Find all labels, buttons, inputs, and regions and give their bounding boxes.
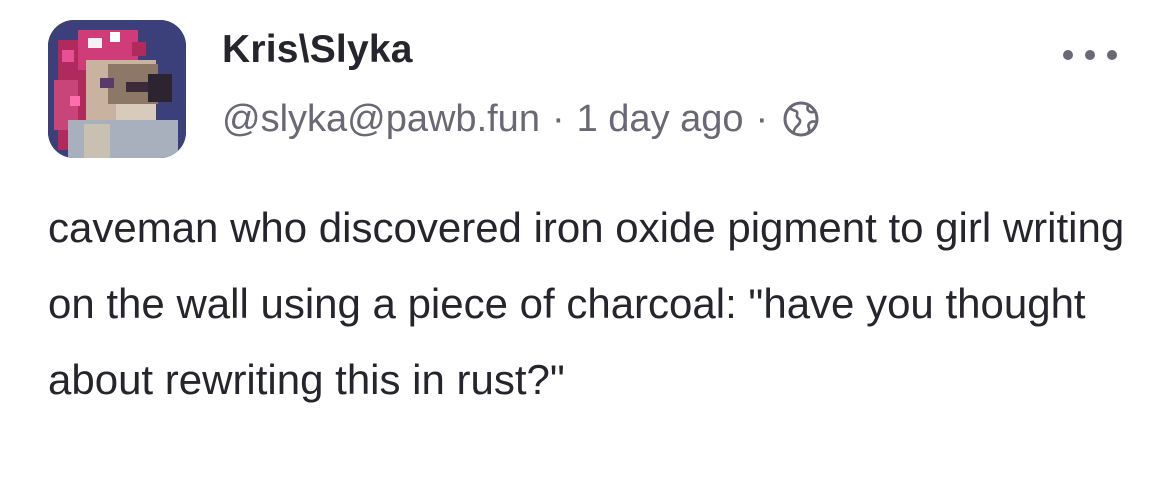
- author-display-name[interactable]: Kris\Slyka: [222, 30, 413, 69]
- post-card: Kris\Slyka @slyka@pawb.fun · 1 day ago ·…: [0, 0, 1170, 503]
- avatar[interactable]: [48, 20, 186, 158]
- post-content: caveman who discovered iron oxide pigmen…: [48, 204, 1125, 403]
- post-timestamp[interactable]: 1 day ago: [577, 100, 744, 138]
- meta-separator: ·: [755, 98, 769, 140]
- author-handle[interactable]: @slyka@pawb.fun: [222, 100, 540, 138]
- meta-separator: ·: [551, 98, 565, 140]
- avatar-image: [48, 20, 186, 158]
- post-header: Kris\Slyka @slyka@pawb.fun · 1 day ago ·: [222, 30, 819, 138]
- post-meta: @slyka@pawb.fun · 1 day ago ·: [222, 100, 820, 138]
- more-icon: [1063, 50, 1117, 60]
- more-options-button[interactable]: [1058, 40, 1122, 70]
- globe-icon: [782, 100, 820, 138]
